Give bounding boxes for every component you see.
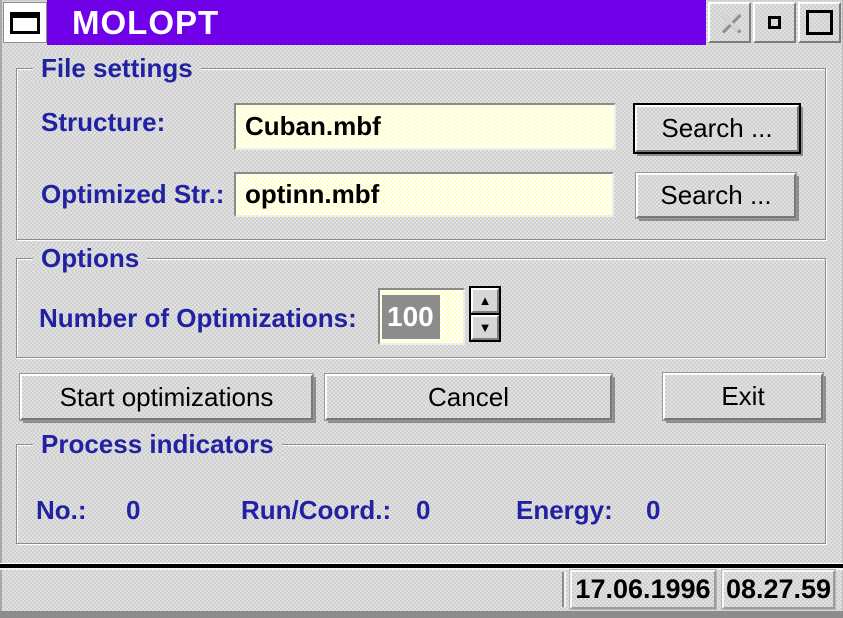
maximize-icon: [806, 10, 833, 35]
spin-up-button[interactable]: ▲: [471, 288, 499, 313]
exit-button[interactable]: Exit: [663, 373, 823, 420]
start-optimizations-button[interactable]: Start optimizations: [20, 374, 313, 420]
spin-down-button[interactable]: ▼: [471, 315, 499, 340]
number-of-optimizations-input[interactable]: 100: [378, 288, 465, 345]
cancel-button[interactable]: Cancel: [325, 374, 612, 420]
optimized-str-input[interactable]: [234, 172, 614, 217]
statusbar-divider: [562, 572, 566, 607]
window-menu-icon: [10, 12, 40, 34]
statusbar-separator: [0, 563, 843, 570]
optimized-str-label: Optimized Str.:: [41, 179, 224, 210]
number-of-optimizations-label: Number of Optimizations:: [39, 303, 357, 334]
spin-up-icon: ▲: [479, 294, 492, 307]
number-spinner: ▲ ▼: [469, 286, 501, 342]
no-value: 0: [126, 495, 140, 526]
run-coord-value: 0: [416, 495, 430, 526]
energy-label: Energy:: [516, 495, 613, 526]
window-bottom-edge: [0, 611, 843, 618]
process-indicators-legend: Process indicators: [33, 430, 282, 458]
spin-up-wrap: ▲: [469, 286, 501, 315]
search-optimized-button[interactable]: Search ...: [636, 173, 796, 218]
number-value-selected: 100: [382, 295, 440, 339]
date-panel: 17.06.1996: [570, 570, 716, 609]
file-settings-group: File settings Structure: Search ... Opti…: [16, 68, 826, 240]
spin-down-icon: ▼: [479, 321, 492, 334]
options-group: Options Number of Optimizations: 100 ▲ ▼: [16, 258, 826, 358]
close-icon: ✕: [715, 6, 744, 40]
molopt-window: MOLOPT ✕ File settings Structure: Search…: [0, 0, 843, 618]
no-label: No.:: [36, 495, 87, 526]
titlebar-fill: MOLOPT: [47, 0, 706, 45]
close-button[interactable]: ✕: [708, 2, 751, 43]
time-panel: 08.27.59: [722, 570, 835, 609]
spin-down-wrap: ▼: [469, 313, 501, 342]
process-indicators-group: Process indicators No.: 0 Run/Coord.: 0 …: [16, 444, 826, 544]
window-title: MOLOPT: [47, 4, 219, 42]
maximize-button[interactable]: [798, 2, 841, 43]
file-settings-legend: File settings: [33, 54, 201, 82]
minimize-icon: [768, 16, 781, 29]
energy-value: 0: [646, 495, 660, 526]
system-menu-button[interactable]: [3, 2, 47, 43]
run-coord-label: Run/Coord.:: [241, 495, 391, 526]
search-structure-button[interactable]: Search ...: [635, 105, 799, 152]
minimize-button[interactable]: [753, 2, 796, 43]
titlebar: MOLOPT ✕: [0, 0, 843, 45]
structure-input[interactable]: [234, 103, 616, 150]
structure-label: Structure:: [41, 107, 165, 138]
options-legend: Options: [33, 244, 147, 272]
